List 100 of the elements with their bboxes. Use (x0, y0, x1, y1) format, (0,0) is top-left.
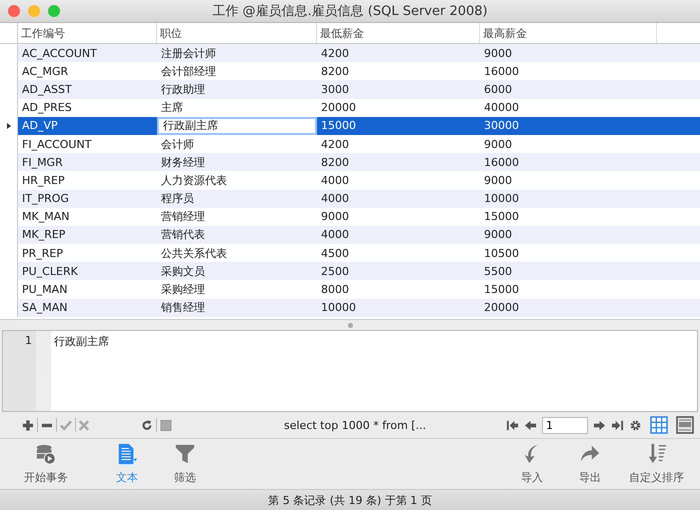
first-page-icon[interactable] (506, 418, 519, 432)
table-cell-text: 40000 (483, 100, 520, 116)
table-cell-text: 9000 (320, 209, 350, 226)
table-cell-text: 4500 (320, 246, 350, 262)
table-cell-text: 会计师 (160, 136, 195, 153)
table-cell-text: 4200 (320, 46, 350, 62)
table-cell-text: 9000 (483, 136, 513, 153)
table-row[interactable]: MK_MAN 营销经理 9000 15000 (0, 208, 700, 226)
table-cell-text: MK_MAN (21, 209, 70, 226)
table-cell-text: HR_REP (21, 172, 66, 189)
splitter-handle[interactable] (348, 322, 352, 328)
table-cell-text: 8200 (320, 64, 350, 80)
table-row[interactable]: AD_PRES 主席 20000 40000 (0, 98, 700, 117)
table-cell-text: 采购文员 (160, 264, 206, 280)
table-row[interactable]: PR_REP 公共关系代表 4500 10500 (0, 244, 700, 262)
previous-page-icon[interactable] (524, 418, 537, 432)
table-cell-text: 9000 (483, 46, 513, 62)
refresh-icon[interactable] (141, 418, 154, 432)
sort-button[interactable]: 自定义排序 (623, 443, 690, 485)
table-cell-text: 16000 (483, 154, 520, 171)
table-cell-text: AC_MGR (21, 64, 70, 80)
status-text: 第 5 条记录 (共 19 条) 于第 1 页 (268, 492, 432, 508)
editor-text: 行政副主席 (53, 334, 109, 349)
table-cell-text: 16000 (483, 64, 520, 80)
table-cell-text: FI_ACCOUNT (21, 136, 92, 153)
table-cell-text: 4000 (320, 227, 350, 244)
table-cell-text: 采购经理 (160, 282, 206, 298)
database-play-icon (35, 443, 57, 465)
table-row[interactable]: PU_CLERK 采购文员 2500 5500 (0, 262, 700, 280)
table-cell-text: IT_PROG (21, 191, 70, 208)
table-cell-text: 20000 (320, 100, 357, 116)
table-cell-text: 9000 (483, 227, 513, 244)
table-cell-text: 9000 (483, 172, 513, 189)
table-cell-text: 4200 (320, 136, 350, 153)
row-pointer-icon (6, 122, 10, 129)
table-row[interactable]: PU_MAN 采购经理 8000 15000 (0, 280, 700, 299)
table-cell-text: 营销代表 (160, 227, 206, 244)
table-cell-text: MK_REP (21, 227, 66, 244)
filter-button[interactable]: 筛选 (160, 443, 210, 485)
table-cell-text: AD_VP (21, 118, 59, 134)
table-row[interactable]: IT_PROG 程序员 4000 10000 (0, 190, 700, 208)
next-page-icon[interactable] (593, 418, 606, 432)
document-icon (116, 443, 138, 465)
table-cell-text: 主席 (160, 100, 184, 116)
table-row[interactable]: FI_ACCOUNT 会计师 4200 9000 (0, 134, 700, 154)
text-editor[interactable]: 1 行政副主席 (2, 330, 698, 412)
table-cell-text: FI_MGR (21, 154, 64, 171)
table-cell-text: 财务经理 (160, 154, 206, 171)
table-row[interactable]: MK_REP 营销代表 4000 9000 (0, 226, 700, 244)
table-cell-text: 公共关系代表 (160, 246, 228, 262)
table-row[interactable]: AC_MGR 会计部经理 8200 16000 (0, 62, 700, 80)
check-icon[interactable] (60, 418, 72, 432)
column-header[interactable]: 工作编号 (18, 23, 157, 43)
column-header[interactable]: 最高薪金 (480, 23, 657, 43)
table-cell-text: 10500 (483, 246, 520, 262)
table-cell-text: AD_PRES (21, 100, 73, 116)
table-cell-text: PU_CLERK (21, 264, 79, 280)
table-row[interactable]: AC_ACCOUNT 注册会计师 4200 9000 (0, 44, 700, 62)
import-button[interactable]: 导入 (507, 443, 557, 485)
table-cell-text: AC_ACCOUNT (21, 46, 98, 62)
filter-icon (174, 443, 196, 465)
table-cell-text: AD_ASST (21, 82, 73, 98)
sql-query-text: select top 1000 * from [... (284, 418, 428, 432)
table-cell-text: 20000 (483, 300, 520, 316)
table-cell-text: 8200 (320, 154, 350, 171)
table-cell-text: 销售经理 (160, 300, 206, 316)
table-cell-text: 30000 (483, 118, 520, 134)
table-cell-text: 15000 (483, 209, 520, 226)
transaction-button[interactable]: 开始事务 (18, 443, 74, 485)
table-row[interactable]: SA_MAN 销售经理 10000 20000 (0, 298, 700, 317)
table-row[interactable]: FI_MGR 财务经理 8200 16000 (0, 153, 700, 172)
table-cell-text: 会计部经理 (160, 64, 217, 80)
export-button[interactable]: 导出 (565, 443, 615, 485)
table-cell-text: 5500 (483, 264, 513, 280)
table-row[interactable]: AD_VP 行政副主席 15000 30000 (0, 116, 700, 135)
page-number-field[interactable]: 1 (542, 416, 588, 434)
table-cell-text: 营销经理 (160, 209, 206, 226)
table-cell-text: 2500 (320, 264, 350, 280)
table-cell-text: 4000 (320, 172, 350, 189)
table-row[interactable]: AD_ASST 行政助理 3000 6000 (0, 80, 700, 99)
table-cell-text: 程序员 (160, 191, 195, 208)
settings-icon[interactable] (629, 418, 642, 432)
table-cell-text: 6000 (483, 82, 513, 98)
window-title: 工作 @雇员信息.雇员信息 (SQL Server 2008) (212, 3, 488, 20)
table-cell-text: 10000 (320, 300, 357, 316)
cell-editor-field[interactable]: 行政副主席 (157, 116, 317, 135)
table-cell-text: PU_MAN (21, 282, 68, 298)
table-cell-text: 15000 (483, 282, 520, 298)
form-view-icon[interactable] (676, 416, 694, 434)
table-cell-text: 4000 (320, 191, 350, 208)
column-header[interactable]: 最低薪金 (317, 23, 480, 43)
table-cell-text: 行政助理 (160, 82, 206, 98)
table-cell-text: SA_MAN (21, 300, 68, 316)
add-icon[interactable] (22, 418, 34, 432)
grid-view-icon[interactable] (650, 416, 668, 434)
table-cell-text: 15000 (320, 118, 357, 134)
table-row[interactable]: HR_REP 人力资源代表 4000 9000 (0, 171, 700, 190)
last-page-icon[interactable] (611, 418, 624, 432)
column-header[interactable]: 职位 (157, 23, 317, 43)
table-cell-text: 10000 (483, 191, 520, 208)
